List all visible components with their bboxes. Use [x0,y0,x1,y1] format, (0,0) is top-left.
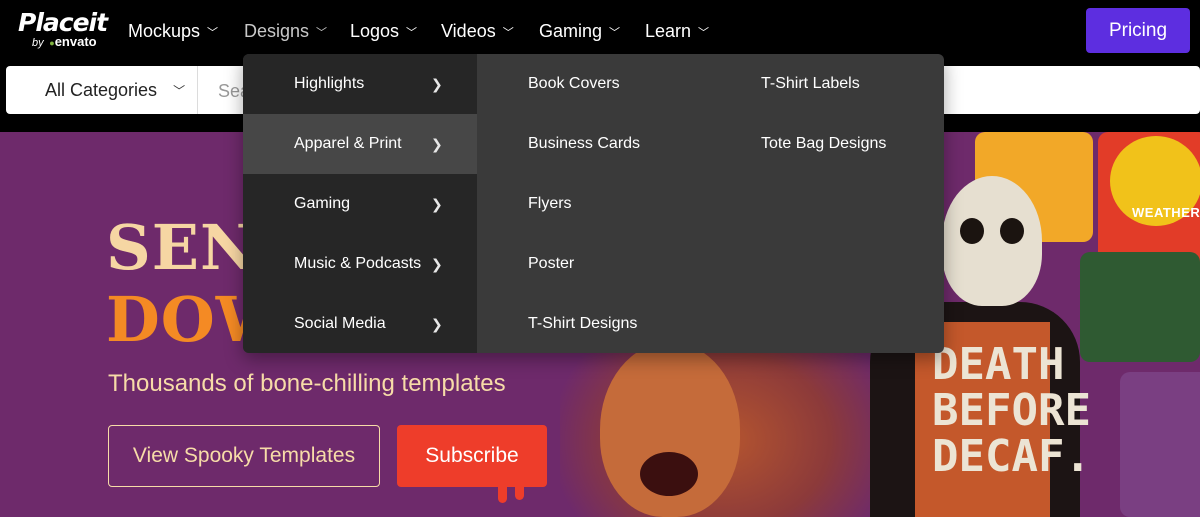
chevron-down-icon: ﹀ [502,27,514,39]
nav-item-mockups[interactable]: Mockups ﹀ [128,18,218,44]
subscribe-button[interactable]: Subscribe [397,425,547,487]
hero-subtitle: Thousands of bone-chilling templates [108,370,506,397]
nav-item-logos[interactable]: Logos ﹀ [350,18,417,44]
drip-decoration [498,487,507,503]
drip-decoration [515,487,524,500]
view-spooky-templates-button[interactable]: View Spooky Templates [108,425,380,487]
dropdown-link-poster[interactable]: Poster [528,249,574,279]
shirt-print-line: BEFORE [932,385,1091,436]
skull-eye [1000,218,1024,244]
category-select-label: All Categories [45,79,158,100]
chevron-right-icon: ❯ [431,315,443,332]
dropdown-link-t-shirt-labels[interactable]: T-Shirt Labels [761,69,860,99]
placeit-logo[interactable]: Placeit by ●envato [18,9,118,53]
designs-dropdown-menu: Highlights ❯ Apparel & Print ❯ Gaming ❯ … [243,54,944,353]
dropdown-link-business-cards[interactable]: Business Cards [528,129,640,159]
dropdown-category-label: Social Media [294,315,386,332]
nav-item-videos[interactable]: Videos ﹀ [441,18,514,44]
dropdown-category-music-podcasts[interactable]: Music & Podcasts ❯ [243,234,477,294]
dropdown-category-list: Highlights ❯ Apparel & Print ❯ Gaming ❯ … [243,54,477,353]
collage-badge-text: WEATHER [1132,205,1200,220]
logo-envato: envato [54,34,97,49]
screaming-mouth [640,452,698,496]
chevron-down-icon: ﹀ [609,27,621,39]
dropdown-category-label: Music & Podcasts [294,255,422,272]
chevron-down-icon: ﹀ [173,83,186,98]
dropdown-category-label: Gaming [294,195,351,212]
nav-label: Gaming [539,20,603,41]
nav-label: Logos [350,20,400,41]
chevron-down-icon: ﹀ [698,27,710,39]
nav-label: Learn [645,20,692,41]
category-select[interactable]: All Categories ﹀ [6,66,198,114]
dropdown-category-gaming[interactable]: Gaming ❯ [243,174,477,234]
nav-item-learn[interactable]: Learn ﹀ [645,18,709,44]
chevron-right-icon: ❯ [431,255,443,272]
chevron-down-icon: ﹀ [207,27,219,39]
dropdown-category-label: Apparel & Print [294,135,402,152]
dropdown-link-flyers[interactable]: Flyers [528,189,572,219]
logo-by: by [32,37,44,49]
dropdown-category-apparel-print[interactable]: Apparel & Print ❯ [243,114,477,174]
skull-eye [960,218,984,244]
shirt-print: DEATH BEFORE DECAF. [932,339,1091,482]
top-navigation: Placeit by ●envato Mockups ﹀ Designs ﹀ L… [0,0,1200,62]
shirt-print-line: DEATH [932,339,1065,390]
chevron-right-icon: ❯ [431,135,443,152]
nav-label: Mockups [128,20,201,41]
dropdown-link-book-covers[interactable]: Book Covers [528,69,620,99]
dropdown-category-highlights[interactable]: Highlights ❯ [243,54,477,114]
dropdown-category-label: Highlights [294,75,365,92]
shirt-print-line: DECAF. [932,431,1091,482]
pricing-button[interactable]: Pricing [1086,8,1190,53]
nav-item-designs[interactable]: Designs ﹀ [244,18,327,44]
nav-label: Videos [441,20,496,41]
dropdown-link-tote-bag-designs[interactable]: Tote Bag Designs [761,129,886,159]
dropdown-category-social-media[interactable]: Social Media ❯ [243,294,477,353]
chevron-down-icon: ﹀ [316,27,328,39]
collage-card [1120,372,1200,517]
logo-wordmark: Placeit [18,8,108,37]
dropdown-link-t-shirt-designs[interactable]: T-Shirt Designs [528,309,637,339]
skull-mask-image [942,176,1042,306]
chevron-right-icon: ❯ [431,195,443,212]
chevron-right-icon: ❯ [431,75,443,92]
chevron-down-icon: ﹀ [406,27,418,39]
nav-item-gaming[interactable]: Gaming ﹀ [539,18,620,44]
nav-label: Designs [244,20,310,41]
logo-byline: by ●envato [32,35,97,50]
collage-card [1080,252,1200,362]
collage-card [1098,132,1200,262]
